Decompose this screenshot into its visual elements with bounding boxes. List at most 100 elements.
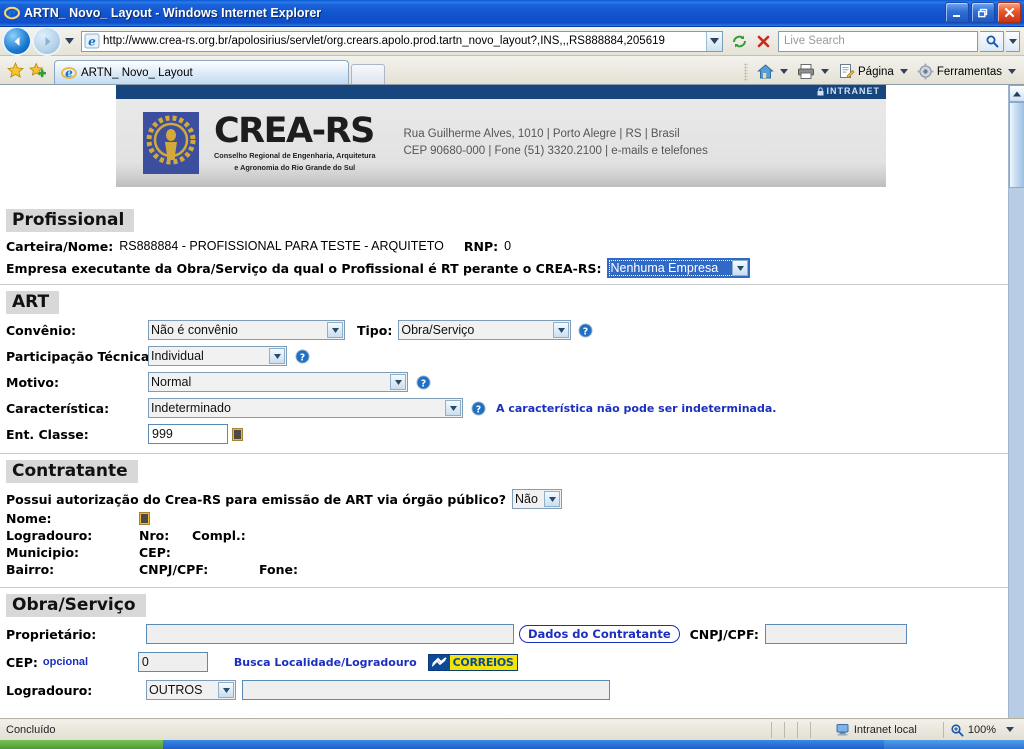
motivo-help-icon[interactable]: ? [416,374,431,390]
zoom-icon [951,723,964,736]
motivo-select-wrap: Normal [148,372,408,392]
crea-intranet-bar: INTRANET [116,85,886,99]
browser-navigation-bar: e http://www.crea-rs.org.br/apolosirius/… [0,27,1024,56]
section-heading-art: ART [6,291,60,314]
page-menu-button[interactable]: Página [834,61,912,82]
lookup-icon[interactable] [232,427,243,441]
start-button-strip[interactable] [0,740,163,749]
zoom-level-label: 100% [967,723,996,736]
empresa-executante-label: Empresa executante da Obra/Serviço da qu… [6,260,602,276]
crea-brand-subtitle-2: e Agronomia do Rio Grande do Sul [234,162,356,172]
restore-button[interactable] [971,2,995,23]
taskbar-items-strip [163,740,884,749]
participacao-select-wrap: Individual [148,346,287,366]
svg-text:?: ? [583,326,588,337]
tools-menu-button[interactable]: Ferramentas [913,61,1020,82]
close-button[interactable] [997,2,1021,23]
contratante-lookup-icon[interactable] [139,512,150,525]
forward-button[interactable] [34,28,60,54]
row-carteira-nome: Carteira/Nome: RS888884 - PROFISSIONAL P… [0,235,1008,257]
crea-seal-logo [142,111,200,175]
busca-localidade-link[interactable]: Busca Localidade/Logradouro [234,656,417,669]
address-history-dropdown-icon[interactable] [706,31,722,51]
proprietario-input[interactable] [146,624,514,644]
caracteristica-select[interactable]: Indeterminado [148,398,463,418]
crea-brand-subtitle-1: Conselho Regional de Engenharia, Arquite… [214,151,376,161]
status-separator [942,721,944,738]
address-bar[interactable]: e http://www.crea-rs.org.br/apolosirius/… [81,30,723,52]
row-empresa-executante: Empresa executante da Obra/Serviço da qu… [0,257,1008,279]
row-convenio-tipo: Convênio: Não é convênio Tipo: Obra/Serv… [0,319,1008,341]
status-separator [809,721,811,738]
obra-logradouro-tipo-select[interactable]: OUTROS [146,680,236,700]
ent-classe-input[interactable] [148,424,228,444]
obra-cep-input[interactable] [137,652,208,672]
intranet-zone-icon [836,724,849,736]
tipo-help-icon[interactable]: ? [578,322,593,338]
scroll-up-button[interactable] [1009,85,1024,102]
section-heading-obra-servico: Obra/Serviço [6,594,146,617]
status-separator [783,721,785,738]
print-button[interactable] [793,61,833,82]
empresa-executante-select-wrap: Nenhuma Empresa [607,258,751,278]
status-separator [770,721,772,738]
row-contratante-nome: Nome: [0,510,1008,527]
section-heading-contratante: Contratante [6,460,138,483]
window-title: ARTN_ Novo_ Layout - Windows Internet Ex… [24,6,322,20]
convenio-select[interactable]: Não é convênio [148,320,345,340]
back-button[interactable] [4,28,30,54]
correios-wordmark: CORREIOS [449,654,517,670]
obra-cnpjcpf-input[interactable] [764,624,907,644]
tipo-select[interactable]: Obra/Serviço [398,320,572,340]
row-proprietario: Proprietário: Dados do Contratante CNPJ/… [0,623,1008,645]
autorizacao-select[interactable]: Não [512,489,562,509]
search-button[interactable] [980,30,1004,52]
address-input[interactable]: http://www.crea-rs.org.br/apolosirius/se… [103,35,706,47]
security-zone[interactable]: Intranet local [835,722,917,737]
autorizacao-label: Possui autorização do Crea-RS para emiss… [6,491,506,507]
divider-contratante [0,587,1008,588]
crea-address-line-1: Rua Guilherme Alves, 1010 | Porto Alegre… [403,128,680,141]
lock-icon [817,86,823,95]
caracteristica-help-icon[interactable]: ? [471,400,486,416]
search-provider-dropdown[interactable] [1006,30,1020,52]
carteira-nome-label: Carteira/Nome: [6,238,114,254]
new-tab-button[interactable] [351,64,385,84]
obra-cnpjcpf-label: CNPJ/CPF: [689,626,759,642]
row-obra-logradouro: Logradouro: OUTROS [0,679,1008,701]
dados-do-contratante-button[interactable]: Dados do Contratante [519,625,680,643]
stop-button[interactable] [752,30,774,52]
caracteristica-select-wrap: Indeterminado [148,398,463,418]
empresa-executante-select[interactable]: Nenhuma Empresa [607,258,751,278]
intranet-label: INTRANET [826,86,880,96]
refresh-button[interactable] [728,30,750,52]
tools-menu-label: Ferramentas [936,65,1002,78]
recent-pages-dropdown[interactable] [62,28,76,54]
browser-tab[interactable]: e ARTN_ Novo_ Layout [54,60,349,84]
zoom-control[interactable]: 100% [950,723,1014,737]
page-scrollbar-vertical[interactable] [1008,85,1024,718]
obra-cep-label: CEP: [6,654,38,670]
search-input[interactable]: Live Search [778,30,978,52]
home-button[interactable] [753,61,792,82]
svg-text:e: e [88,35,96,49]
obra-logradouro-input[interactable] [242,680,610,700]
participacao-help-icon[interactable]: ? [295,348,310,364]
row-participacao-tecnica: Participação Técnica: Individual ? [0,345,1008,367]
browser-statusbar: Concluído Intranet local 100% [0,718,1024,740]
motivo-select[interactable]: Normal [148,372,408,392]
toolbar-grip[interactable] [744,62,748,81]
ent-classe-label: Ent. Classe: [6,426,89,442]
system-tray-strip [884,740,1024,749]
section-heading-profissional: Profissional [6,209,135,232]
scrollbar-thumb[interactable] [1009,102,1024,188]
row-motivo: Motivo: Normal ? [0,371,1008,393]
favorites-center-icon[interactable] [4,59,26,81]
minimize-button[interactable] [945,2,969,23]
svg-text:e: e [8,7,16,22]
status-text: Concluído [6,723,56,736]
row-contratante-municipio: Municipio: CEP: [0,544,1008,561]
add-to-favorites-icon[interactable] [26,59,48,81]
status-separator [796,721,798,738]
participacao-tecnica-select[interactable]: Individual [148,346,287,366]
